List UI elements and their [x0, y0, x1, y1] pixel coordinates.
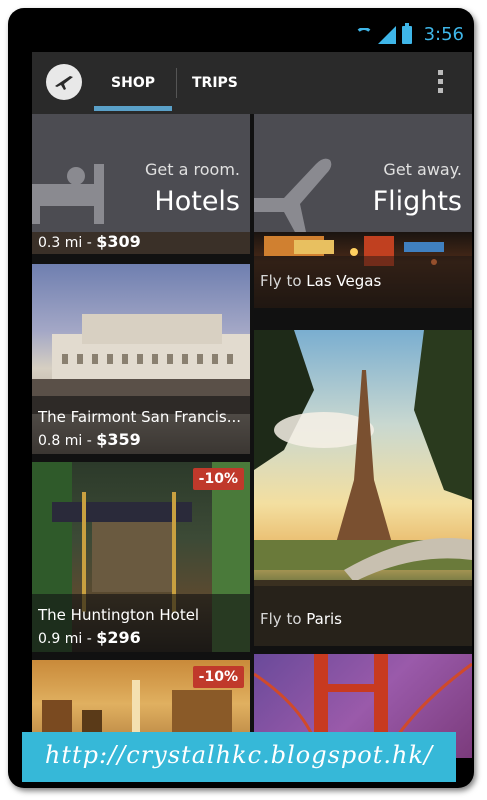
airplane-icon: [254, 158, 332, 232]
flight-prefix: Fly to: [260, 272, 307, 290]
hotels-column: 0.3 mi - $309 Get a room. Hotels The Fai…: [32, 114, 250, 758]
hotel-price-line: 0.8 mi - $359: [38, 430, 141, 449]
discount-badge: -10%: [192, 468, 244, 490]
discount-badge: -10%: [192, 666, 244, 688]
tab-trips[interactable]: TRIPS: [192, 52, 238, 114]
hotel-price: $359: [96, 430, 141, 449]
hotel-price-line: 0.3 mi - $309: [38, 232, 141, 251]
watermark-banner: http://crystalhkc.blogspot.hk/: [22, 732, 456, 782]
signal-icon: [378, 26, 396, 44]
flight-card[interactable]: Fly to Paris: [254, 330, 472, 646]
flights-title: Flights: [372, 186, 462, 217]
app-logo-icon[interactable]: [46, 64, 82, 100]
bed-icon: [32, 164, 104, 224]
flight-destination: Fly to Las Vegas: [260, 272, 466, 290]
flight-destination: Fly to Paris: [260, 610, 466, 628]
hotel-price: $296: [96, 628, 141, 647]
hotel-distance: 0.8 mi -: [38, 433, 97, 449]
flights-column: Fly to Las Vegas Get away. Flights Fly t…: [254, 114, 472, 758]
action-bar: SHOP TRIPS: [32, 52, 472, 114]
flight-city: Las Vegas: [306, 272, 382, 290]
hotel-distance: 0.9 mi -: [38, 631, 97, 647]
hotel-distance: 0.3 mi -: [38, 235, 97, 251]
watermark-url: http://crystalhkc.blogspot.hk/: [44, 741, 434, 769]
hotel-card[interactable]: The Fairmont San Francis... 0.8 mi - $35…: [32, 264, 250, 454]
tab-selected-indicator: [94, 106, 172, 111]
hotel-name: The Huntington Hotel: [38, 606, 200, 624]
flight-card[interactable]: Fly to Las Vegas: [254, 232, 472, 308]
tab-divider: [176, 68, 177, 98]
app-screen: 3:56 SHOP TRIPS 0.3 mi - $309 Get a room…: [32, 18, 472, 758]
hotel-price-line: 0.9 mi - $296: [38, 628, 141, 647]
hotels-subtitle: Get a room.: [145, 160, 240, 179]
battery-icon: [402, 23, 412, 44]
hotels-title: Hotels: [154, 186, 240, 217]
status-bar: 3:56: [32, 18, 472, 52]
wifi-icon: [354, 28, 374, 44]
flight-city: Paris: [306, 610, 342, 628]
overflow-menu-icon[interactable]: [438, 70, 444, 97]
hotel-price: $309: [96, 232, 141, 251]
hotel-card[interactable]: -10% The Huntington Hotel 0.9 mi - $296: [32, 462, 250, 652]
hotel-name: The Fairmont San Francis...: [38, 408, 242, 426]
hotel-card-partial[interactable]: 0.3 mi - $309: [32, 232, 250, 254]
hotels-category-card[interactable]: Get a room. Hotels: [32, 114, 250, 232]
flight-prefix: Fly to: [260, 610, 307, 628]
flights-subtitle: Get away.: [383, 160, 462, 179]
phone-frame: 3:56 SHOP TRIPS 0.3 mi - $309 Get a room…: [8, 8, 474, 788]
flights-category-card[interactable]: Get away. Flights: [254, 114, 472, 232]
tab-shop[interactable]: SHOP: [94, 52, 172, 114]
status-time: 3:56: [423, 24, 464, 45]
